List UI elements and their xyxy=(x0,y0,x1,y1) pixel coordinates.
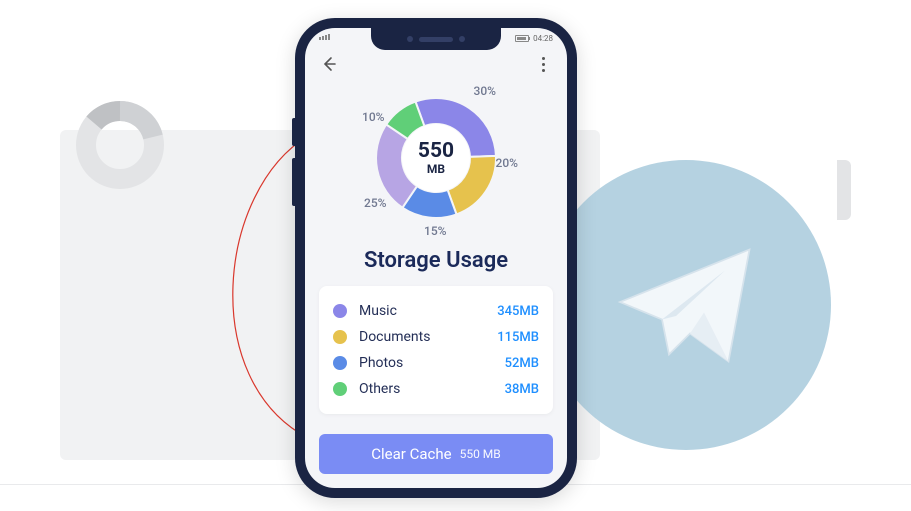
legend-dot-icon xyxy=(333,330,347,344)
legend-value: 52MB xyxy=(505,356,539,371)
legend-name: Documents xyxy=(359,329,497,345)
slice-label-15: 15% xyxy=(424,224,446,238)
slice-label-10: 10% xyxy=(362,110,384,124)
status-bar: 04:28 xyxy=(305,32,567,48)
slice-label-25: 25% xyxy=(364,196,386,210)
donut-center: 550 MB xyxy=(402,124,470,192)
more-options-button[interactable] xyxy=(533,54,553,74)
clear-cache-size: 550 MB xyxy=(460,447,501,461)
legend-dot-icon xyxy=(333,382,347,396)
storage-donut-chart: 550 MB 30% 20% 15% 25% 10% xyxy=(356,78,516,238)
legend-value: 345MB xyxy=(497,304,539,319)
telegram-logo-icon xyxy=(541,160,831,450)
legend-name: Others xyxy=(359,381,505,397)
legend-dot-icon xyxy=(333,304,347,318)
slice-label-20: 20% xyxy=(496,156,518,170)
legend-value: 38MB xyxy=(505,382,539,397)
legend-value: 115MB xyxy=(497,330,539,345)
decorative-donut-icon xyxy=(70,95,170,195)
legend-name: Photos xyxy=(359,355,505,371)
nav-bar xyxy=(305,52,567,76)
legend-row: Photos52MB xyxy=(333,350,539,376)
page-title: Storage Usage xyxy=(305,248,567,273)
legend-dot-icon xyxy=(333,356,347,370)
donut-center-value: 550 xyxy=(418,141,454,162)
back-button[interactable] xyxy=(319,54,339,74)
status-time: 04:28 xyxy=(533,34,553,43)
slice-label-30: 30% xyxy=(474,84,496,98)
battery-icon xyxy=(515,35,529,42)
signal-icon xyxy=(319,34,330,40)
phone-screen: 04:28 550 MB 30% 20% 15% 25% 10% Storage… xyxy=(305,28,567,488)
clear-cache-button[interactable]: Clear Cache 550 MB xyxy=(319,434,553,474)
background-panel-handle xyxy=(837,160,851,220)
clear-cache-label: Clear Cache xyxy=(371,445,451,463)
donut-center-unit: MB xyxy=(427,162,445,176)
legend-name: Music xyxy=(359,303,497,319)
legend-row: Documents115MB xyxy=(333,324,539,350)
legend-row: Music345MB xyxy=(333,298,539,324)
legend-row: Others38MB xyxy=(333,376,539,402)
legend-card: Music345MBDocuments115MBPhotos52MBOthers… xyxy=(319,286,553,414)
phone-frame: 04:28 550 MB 30% 20% 15% 25% 10% Storage… xyxy=(295,18,577,498)
